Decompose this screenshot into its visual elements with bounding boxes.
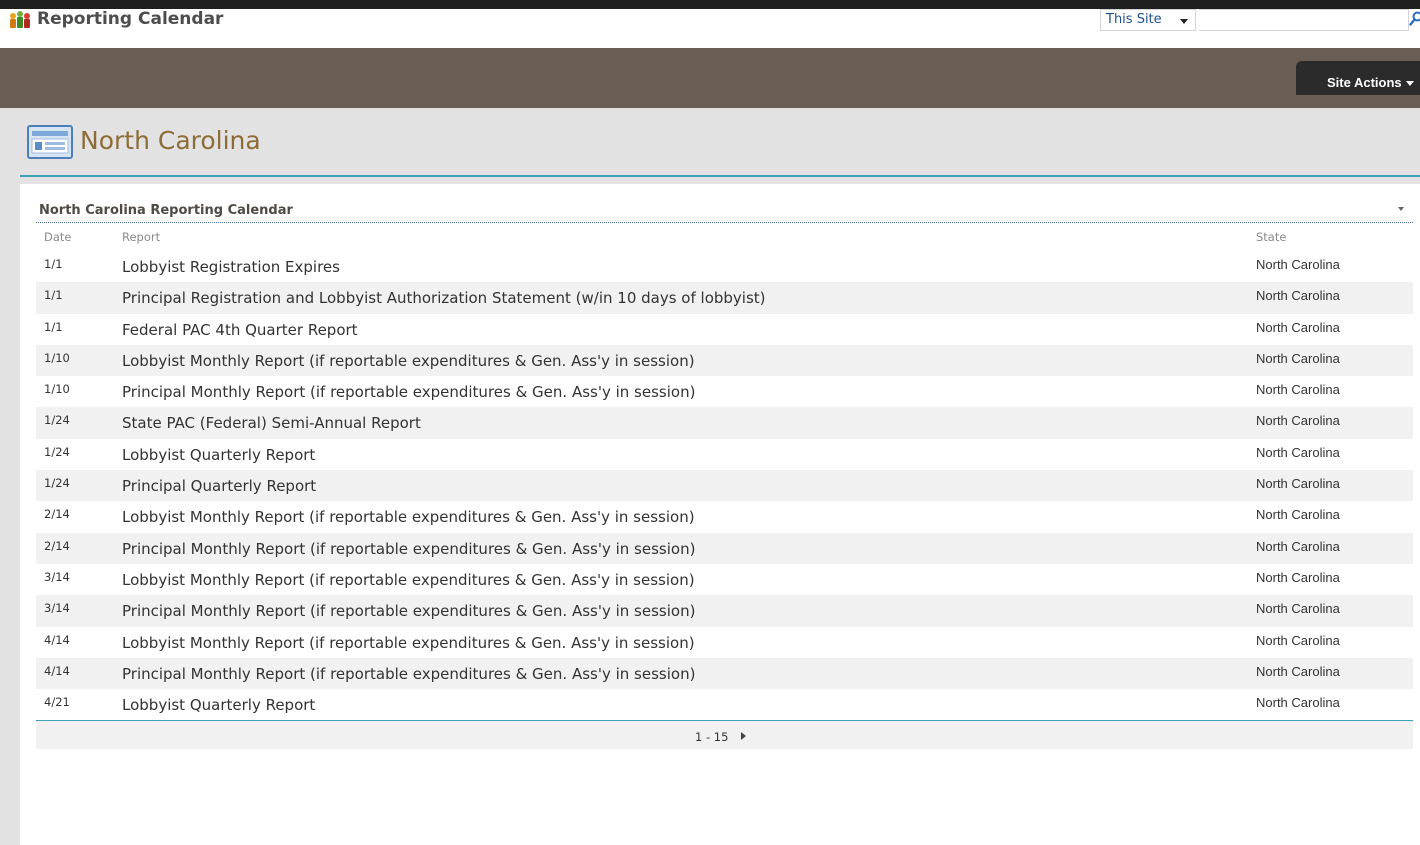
row-report-link[interactable]: Principal Monthly Report (if reportable … (122, 602, 695, 620)
table-row: 4/21 Lobbyist Quarterly Report North Carol… (36, 689, 1413, 720)
site-actions-label: Site Actions (1327, 75, 1402, 90)
ribbon-bar (0, 48, 1420, 108)
row-date: 1/24 (44, 413, 70, 428)
row-date: 1/1 (44, 288, 63, 303)
row-date: 1/24 (44, 444, 70, 459)
row-report-link[interactable]: Principal Monthly Report (if reportable … (122, 665, 695, 683)
column-header-state[interactable]: State (1256, 230, 1286, 244)
table-row: 2/14 Lobbyist Monthly Report (if reportab… (36, 501, 1413, 532)
row-state: North Carolina (1256, 288, 1340, 304)
table-row: 4/14 Principal Monthly Report (if reporta… (36, 657, 1413, 690)
row-date: 1/10 (44, 350, 70, 365)
row-report-link[interactable]: Principal Quarterly Report (122, 477, 316, 495)
row-report-link[interactable]: Principal Monthly Report (if reportable … (122, 383, 695, 401)
table-row: 1/24 Lobbyist Quarterly Report North Carol… (36, 439, 1413, 470)
row-report-link[interactable]: Principal Registration and Lobbyist Auth… (122, 289, 766, 307)
row-report-link[interactable]: Lobbyist Quarterly Report (122, 446, 315, 464)
row-state: North Carolina (1256, 350, 1340, 366)
row-state: North Carolina (1256, 257, 1340, 272)
webpart-title[interactable]: North Carolina Reporting Calendar (39, 203, 293, 218)
row-state: North Carolina (1256, 632, 1340, 648)
webpart-menu-icon[interactable] (1398, 207, 1404, 211)
row-report-link[interactable]: Lobbyist Registration Expires (122, 258, 340, 276)
webpart-title-divider (36, 222, 1413, 223)
row-date: 1/24 (44, 476, 70, 491)
page-icon (27, 125, 73, 159)
row-date: 2/14 (44, 507, 70, 522)
row-state: North Carolina (1256, 444, 1340, 460)
table-row: 1/24 State PAC (Federal) Semi-Annual Repo… (36, 407, 1413, 439)
top-strip (0, 0, 1420, 9)
table-row: 1/1 Principal Registration and Lobbyist A… (36, 282, 1413, 314)
row-date: 3/14 (44, 601, 70, 616)
table-row: 1/1 Lobbyist Registration Expires North Ca… (36, 251, 1413, 282)
row-date: 4/21 (44, 695, 70, 710)
row-report-link[interactable]: Lobbyist Monthly Report (if reportable e… (122, 508, 695, 526)
table-row: 1/10 Principal Monthly Report (if reporta… (36, 376, 1413, 407)
row-state: North Carolina (1256, 695, 1340, 711)
row-state: North Carolina (1256, 663, 1340, 679)
row-date: 1/1 (44, 319, 63, 334)
search-icon[interactable] (1409, 11, 1420, 27)
row-report-link[interactable]: Lobbyist Quarterly Report (122, 696, 315, 714)
row-report-link[interactable]: Principal Monthly Report (if reportable … (122, 540, 695, 558)
column-header-report[interactable]: Report (122, 230, 160, 244)
table-row: 1/24 Principal Quarterly Report North Caro… (36, 470, 1413, 502)
row-state: North Carolina (1256, 319, 1340, 335)
next-page-icon[interactable] (741, 732, 746, 740)
search-input[interactable] (1199, 9, 1409, 31)
row-date: 4/14 (44, 663, 70, 678)
row-report-link[interactable]: Lobbyist Monthly Report (if reportable e… (122, 634, 695, 652)
row-state: North Carolina (1256, 569, 1340, 585)
left-gutter (0, 184, 20, 845)
column-header-date[interactable]: Date (44, 230, 72, 244)
row-state: North Carolina (1256, 507, 1340, 523)
table-row: 3/14 Lobbyist Monthly Report (if reportab… (36, 564, 1413, 595)
row-state: North Carolina (1256, 601, 1340, 617)
page-title: North Carolina (80, 126, 261, 155)
table-row: 4/14 Lobbyist Monthly Report (if reportab… (36, 627, 1413, 658)
row-date: 1/10 (44, 382, 70, 397)
row-state: North Carolina (1256, 413, 1340, 429)
table-row: 1/10 Lobbyist Monthly Report (if reportab… (36, 344, 1413, 377)
row-report-link[interactable]: Federal PAC 4th Quarter Report (122, 321, 358, 339)
search-scope-label: This Site (1106, 12, 1162, 27)
table-row: 2/14 Principal Monthly Report (if reporta… (36, 532, 1413, 564)
site-title[interactable]: Reporting Calendar (37, 9, 223, 29)
row-date: 4/14 (44, 632, 70, 647)
table-row: 3/14 Principal Monthly Report (if reporta… (36, 595, 1413, 627)
reporting-calendar-list: 1/1 Lobbyist Registration Expires North Ca… (36, 251, 1413, 720)
chevron-down-icon (1180, 19, 1188, 24)
pager: 1 - 15 (36, 721, 1413, 749)
row-report-link[interactable]: State PAC (Federal) Semi-Annual Report (122, 414, 421, 432)
site-actions-menu[interactable]: Site Actions (1296, 61, 1420, 95)
row-date: 3/14 (44, 569, 70, 584)
chevron-down-icon (1405, 81, 1414, 87)
header-divider (20, 175, 1420, 177)
search-scope-dropdown[interactable]: This Site (1100, 9, 1196, 31)
row-state: North Carolina (1256, 476, 1340, 492)
row-date: 2/14 (44, 538, 70, 553)
pager-range: 1 - 15 (695, 730, 729, 744)
site-logo-icon[interactable] (8, 10, 32, 30)
row-report-link[interactable]: Lobbyist Monthly Report (if reportable e… (122, 571, 695, 589)
row-state: North Carolina (1256, 382, 1340, 398)
row-date: 1/1 (44, 257, 63, 271)
row-report-link[interactable]: Lobbyist Monthly Report (if reportable e… (122, 352, 695, 370)
row-state: North Carolina (1256, 538, 1340, 554)
table-row: 1/1 Federal PAC 4th Quarter Report North C… (36, 314, 1413, 345)
